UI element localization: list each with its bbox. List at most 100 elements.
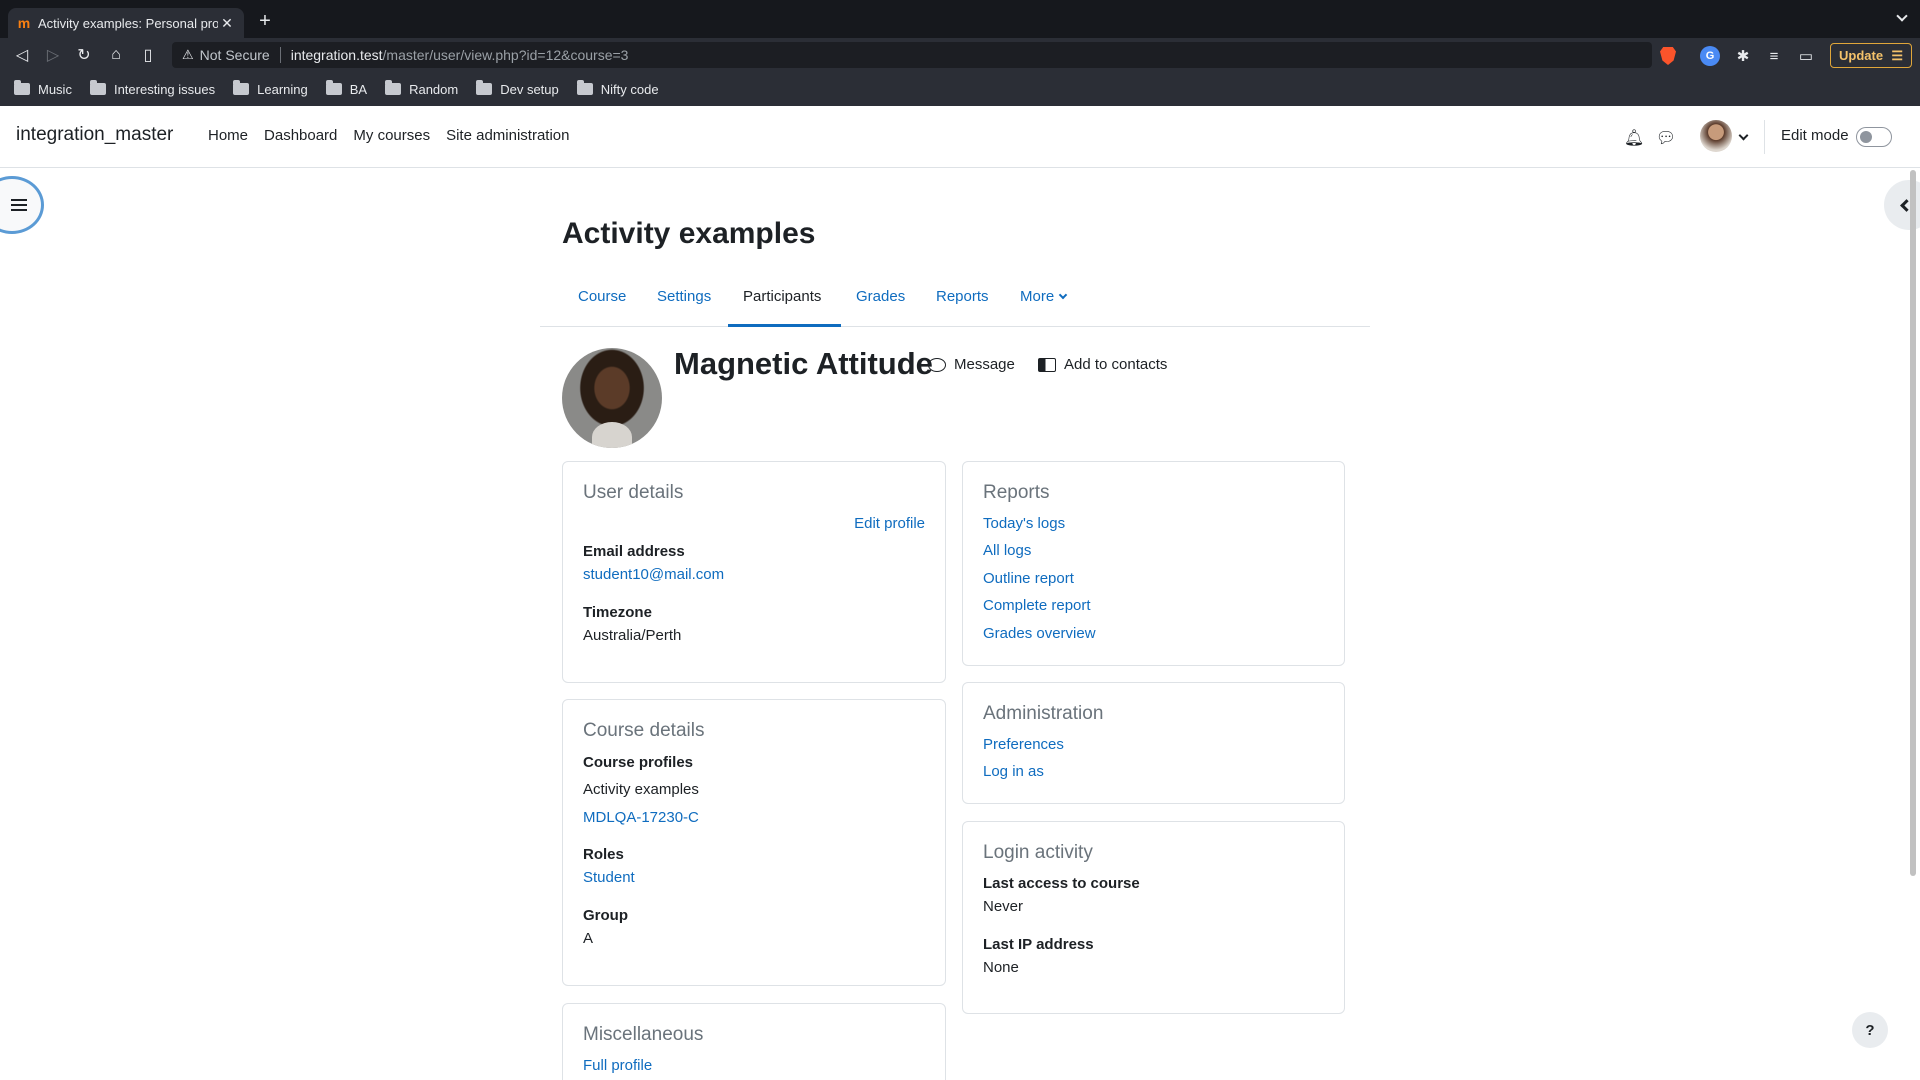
role-student-link[interactable]: Student bbox=[583, 869, 635, 886]
close-tab-icon[interactable]: ✕ bbox=[218, 15, 236, 32]
chevron-down-icon bbox=[1058, 290, 1068, 300]
nav-my-courses[interactable]: My courses bbox=[353, 127, 430, 144]
chevron-down-icon[interactable] bbox=[1738, 130, 1749, 141]
extensions-puzzle-icon[interactable]: ✱ bbox=[1733, 46, 1753, 66]
tab-course[interactable]: Course bbox=[578, 288, 626, 305]
bookmark-folder-dev-setup[interactable]: Dev setup bbox=[476, 80, 559, 97]
message-button[interactable]: Message bbox=[928, 356, 1015, 373]
course-details-card: Course details Course profiles Activity … bbox=[562, 699, 946, 986]
group-label: Group bbox=[583, 907, 628, 924]
complete-report-link[interactable]: Complete report bbox=[983, 597, 1091, 614]
new-tab-icon[interactable]: + bbox=[254, 10, 276, 33]
wallet-icon[interactable]: ▭ bbox=[1796, 46, 1816, 66]
bookmark-label: BA bbox=[349, 81, 368, 97]
browser-tabstrip: m Activity examples: Personal pro ✕ + bbox=[0, 0, 1920, 38]
folder-icon bbox=[576, 80, 593, 95]
user-full-name: Magnetic Attitude bbox=[674, 346, 933, 381]
reports-card: Reports Today's logs All logs Outline re… bbox=[962, 461, 1345, 666]
secondary-navigation: Course Settings Participants Grades Repo… bbox=[540, 278, 1370, 327]
email-label: Email address bbox=[583, 543, 685, 560]
url-host: integration.test bbox=[290, 47, 383, 63]
bookmark-folder-learning[interactable]: Learning bbox=[233, 80, 308, 97]
all-logs-link[interactable]: All logs bbox=[983, 542, 1031, 559]
course-index-drawer-button[interactable] bbox=[0, 176, 44, 234]
tab-reports[interactable]: Reports bbox=[936, 288, 989, 305]
folder-icon bbox=[325, 80, 342, 95]
page-scrollbar[interactable] bbox=[1910, 170, 1916, 876]
reload-icon[interactable]: ↻ bbox=[72, 43, 96, 67]
bookmark-folder-random[interactable]: Random bbox=[385, 80, 459, 97]
bookmark-label: Music bbox=[38, 81, 72, 97]
bookmark-icon[interactable]: ▯ bbox=[136, 43, 160, 67]
login-activity-heading: Login activity bbox=[983, 842, 1093, 863]
email-link[interactable]: student10@mail.com bbox=[583, 566, 724, 583]
grades-overview-link[interactable]: Grades overview bbox=[983, 625, 1096, 642]
update-label: Update bbox=[1839, 48, 1884, 63]
bookmark-folder-nifty-code[interactable]: Nifty code bbox=[576, 80, 659, 97]
nav-site-administration[interactable]: Site administration bbox=[446, 127, 569, 144]
user-menu-avatar[interactable] bbox=[1700, 120, 1732, 152]
login-activity-card: Login activity Last access to course Nev… bbox=[962, 821, 1345, 1014]
reports-heading: Reports bbox=[983, 482, 1050, 503]
update-button[interactable]: Update ☰ bbox=[1830, 43, 1912, 68]
message-label: Message bbox=[954, 356, 1015, 373]
tab-participants[interactable]: Participants bbox=[743, 288, 821, 305]
timezone-value: Australia/Perth bbox=[583, 627, 682, 644]
timezone-label: Timezone bbox=[583, 604, 652, 621]
notifications-bell-icon[interactable]: 🔔︎ bbox=[1624, 128, 1644, 148]
list-icon bbox=[11, 199, 27, 211]
home-icon[interactable]: ⌂ bbox=[104, 43, 128, 67]
tab-settings[interactable]: Settings bbox=[657, 288, 711, 305]
tab-more[interactable]: More bbox=[1020, 288, 1068, 305]
outline-report-link[interactable]: Outline report bbox=[983, 570, 1074, 587]
messages-bubble-icon[interactable]: 💬︎ bbox=[1656, 128, 1676, 148]
bookmark-folder-interesting-issues[interactable]: Interesting issues bbox=[89, 80, 216, 97]
menu-icon: ☰ bbox=[1891, 47, 1903, 63]
edit-mode-label: Edit mode bbox=[1781, 127, 1849, 144]
last-access-value: Never bbox=[983, 898, 1024, 915]
bookmark-folder-music[interactable]: Music bbox=[14, 80, 72, 97]
site-brand[interactable]: integration_master bbox=[16, 124, 173, 146]
preferences-link[interactable]: Preferences bbox=[983, 736, 1064, 753]
bookmark-label: Random bbox=[409, 81, 459, 97]
bookmark-label: Dev setup bbox=[500, 81, 559, 97]
tab-search-chevron-icon[interactable] bbox=[1896, 10, 1908, 22]
course-profile-mdlqa-link[interactable]: MDLQA-17230-C bbox=[583, 809, 699, 826]
full-profile-link[interactable]: Full profile bbox=[583, 1057, 652, 1074]
edit-profile-link[interactable]: Edit profile bbox=[854, 515, 925, 532]
url-path: /master/user/view.php?id=12&course=3 bbox=[382, 47, 629, 63]
nav-dashboard[interactable]: Dashboard bbox=[264, 127, 337, 144]
address-card-icon bbox=[1038, 357, 1056, 372]
user-profile-picture bbox=[562, 348, 662, 448]
last-ip-label: Last IP address bbox=[983, 936, 1094, 953]
log-in-as-link[interactable]: Log in as bbox=[983, 763, 1044, 780]
folder-icon bbox=[385, 80, 402, 95]
message-bubble-icon bbox=[928, 357, 946, 372]
miscellaneous-heading: Miscellaneous bbox=[583, 1024, 704, 1045]
help-button[interactable]: ? bbox=[1852, 1012, 1888, 1048]
nav-home[interactable]: Home bbox=[208, 127, 248, 144]
add-to-contacts-button[interactable]: Add to contacts bbox=[1038, 356, 1167, 373]
active-tab-indicator bbox=[728, 324, 841, 327]
roles-label: Roles bbox=[583, 846, 624, 863]
bookmark-label: Interesting issues bbox=[113, 81, 216, 97]
address-bar[interactable]: ⚠ Not Secure integration.test/master/use… bbox=[172, 42, 1652, 68]
warning-icon: ⚠ bbox=[182, 47, 194, 62]
bookmark-folder-ba[interactable]: BA bbox=[325, 80, 368, 97]
course-profile-activity-examples: Activity examples bbox=[583, 781, 699, 798]
edit-mode-toggle[interactable] bbox=[1856, 127, 1892, 147]
back-icon[interactable]: ◁ bbox=[10, 43, 34, 67]
reading-list-icon[interactable]: ≡ bbox=[1764, 46, 1784, 66]
folder-icon bbox=[476, 80, 493, 95]
brave-shield-icon[interactable] bbox=[1660, 47, 1676, 65]
todays-logs-link[interactable]: Today's logs bbox=[983, 515, 1065, 532]
tab-grades[interactable]: Grades bbox=[856, 288, 905, 305]
translate-extension-icon[interactable]: G bbox=[1700, 46, 1720, 66]
url-text: integration.test/master/user/view.php?id… bbox=[291, 47, 629, 63]
browser-toolbar: ◁ ▷ ↻ ⌂ ▯ ⚠ Not Secure integration.test/… bbox=[0, 38, 1920, 72]
course-details-heading: Course details bbox=[583, 720, 705, 741]
forward-icon[interactable]: ▷ bbox=[41, 43, 65, 67]
site-navbar: integration_master Home Dashboard My cou… bbox=[0, 106, 1920, 168]
bookmarks-bar: Music Interesting issues Learning BA Ran… bbox=[0, 72, 1920, 106]
browser-tab[interactable]: m Activity examples: Personal pro ✕ bbox=[8, 8, 244, 38]
